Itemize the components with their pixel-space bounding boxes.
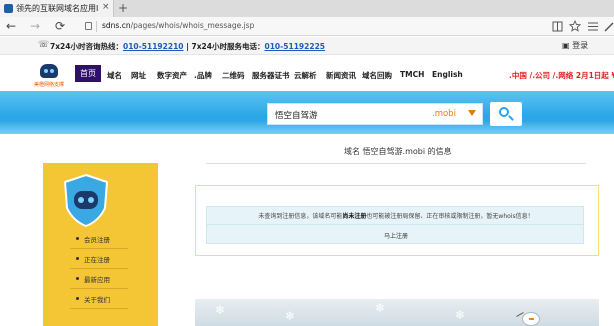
snowflake-icon: ❄: [375, 301, 386, 315]
nav-cloud-dns[interactable]: 云解析: [294, 70, 317, 81]
login-label: 登录: [572, 41, 589, 50]
nav-qrcode[interactable]: 二维码: [222, 70, 245, 81]
url-domain: sdns.cn: [102, 21, 131, 30]
back-icon[interactable]: ←: [6, 19, 16, 33]
refresh-icon[interactable]: ⟳: [55, 19, 65, 33]
book-icon[interactable]: [552, 21, 563, 32]
suffix-select[interactable]: .mobi: [432, 109, 456, 119]
page-title: 域名 悟空自驾游.mobi 的信息: [344, 147, 452, 156]
page-info-icon[interactable]: [85, 22, 92, 30]
logo-robot-head: [40, 64, 58, 78]
title-divider: [206, 163, 586, 164]
browser-tab[interactable]: 领先的互联网域名应用I ×: [0, 0, 114, 17]
nav-digital-assets[interactable]: 数字资产: [157, 70, 187, 81]
new-tab-button[interactable]: +: [118, 0, 128, 16]
notice-message: 未查询到注册信息，该域名可能尚未注册也可能被注册局保留、正在审核或限制注册，暂无…: [207, 211, 585, 220]
hotline-text: 7x24小时咨询热线：010-51192210 | 7x24小时服务电话：010…: [50, 41, 325, 52]
login-icon: ▣: [562, 41, 570, 50]
robot-shield-icon: [61, 173, 111, 228]
bullet: [76, 297, 79, 300]
bullet: [76, 257, 79, 260]
hotline-number-1[interactable]: 010-51192210: [123, 42, 184, 51]
sidebar-item-label: 最新应用: [84, 276, 110, 284]
search-button[interactable]: [490, 102, 522, 126]
snowman-nose: [529, 318, 534, 320]
main-navigation: 美橙网络支撑 首页 域名 网址 数字资产 .品牌 二维码 服务器证书 云解析 新…: [0, 57, 614, 91]
tab-close-icon[interactable]: ×: [102, 2, 110, 12]
address-bar-row: ← → ⟳ sdns.cn/pages/whois/whois_message.…: [0, 17, 614, 36]
search-input[interactable]: 悟空自驾游 .mobi: [267, 103, 483, 125]
nav-news[interactable]: 新闻资讯: [326, 70, 356, 81]
nav-brand[interactable]: .品牌: [194, 70, 212, 81]
bullet: [76, 277, 79, 280]
nav-website[interactable]: 网址: [131, 70, 146, 81]
nav-home[interactable]: 首页: [75, 65, 101, 82]
notice-divider: [207, 224, 583, 225]
hotline-label-2: 7x24小时服务电话：: [191, 42, 265, 51]
sidebar-item-about[interactable]: 关于我们: [70, 289, 128, 309]
search-value: 悟空自驾游: [275, 111, 318, 121]
logo-eye-left: [44, 69, 48, 73]
pen-icon[interactable]: [604, 21, 614, 32]
sidebar-item-label: 正在注册: [84, 256, 110, 264]
notice-panel: 未查询到注册信息，该域名可能尚未注册也可能被注册局保留、正在审核或限制注册，暂无…: [206, 206, 584, 244]
nav-tmch[interactable]: TMCH: [400, 70, 424, 79]
phone-icon: ☏: [38, 40, 50, 50]
hotline-divider: |: [183, 42, 192, 51]
sidebar: 会员注册 正在注册 最新应用 关于我们: [43, 163, 158, 326]
nav-server-cert[interactable]: 服务器证书: [252, 70, 290, 81]
snowman-icon: [516, 310, 542, 326]
snowflake-icon: ❄: [455, 308, 466, 322]
search-icon-handle: [508, 115, 514, 121]
sidebar-item-registering[interactable]: 正在注册: [70, 249, 128, 269]
url-field[interactable]: sdns.cn/pages/whois/whois_message.jsp: [82, 19, 522, 34]
sidebar-item-latest[interactable]: 最新应用: [70, 269, 128, 289]
hub-icon[interactable]: [587, 21, 599, 32]
hotline-bar: ☏ 7x24小时咨询热线：010-51192210 | 7x24小时服务电话：0…: [0, 37, 614, 55]
login-link[interactable]: ▣ 登录: [562, 40, 588, 51]
url-path: /pages/whois/whois_message.jsp: [130, 21, 255, 30]
sidebar-item-register[interactable]: 会员注册: [70, 229, 128, 249]
logo-text: 美橙网络支撑: [34, 82, 65, 88]
chevron-down-icon[interactable]: [468, 110, 476, 116]
sidebar-item-label: 会员注册: [84, 236, 110, 244]
tab-title: 领先的互联网域名应用I: [16, 4, 98, 13]
browser-tab-bar: 领先的互联网域名应用I × +: [0, 0, 614, 17]
star-icon[interactable]: [569, 20, 581, 32]
hotline-label-1: 7x24小时咨询热线：: [50, 42, 123, 51]
forward-icon[interactable]: →: [30, 19, 40, 33]
notice-msg-part1: 未查询到注册信息，该域名可能: [258, 213, 343, 220]
notice-msg-part2: 也可能被注册局保留、正在审核或限制注册，暂无whois信息！: [366, 213, 534, 220]
url-text: sdns.cn/pages/whois/whois_message.jsp: [102, 21, 254, 30]
nav-domain[interactable]: 域名: [107, 70, 122, 81]
url-separator: [96, 21, 97, 32]
notice-msg-bold: 尚未注册: [342, 213, 367, 220]
bullet: [76, 237, 79, 240]
snowflake-icon: ❄: [215, 303, 226, 317]
site-logo[interactable]: 美橙网络支撑: [34, 60, 64, 90]
hotline-number-2[interactable]: 010-51192225: [265, 42, 326, 51]
register-now-link[interactable]: 马上注册: [207, 231, 585, 240]
promo-text[interactable]: .中国 /.公司 /.网络 2月1日起 ¥: [509, 70, 614, 81]
sidebar-item-label: 关于我们: [84, 296, 110, 304]
whois-notice: 未查询到注册信息，该域名可能尚未注册也可能被注册局保留、正在审核或限制注册，暂无…: [195, 185, 599, 256]
logo-eye-right: [50, 69, 54, 73]
snowflake-icon: ❄: [285, 309, 296, 323]
nav-domain-buyback[interactable]: 域名回购: [362, 70, 392, 81]
nav-english[interactable]: English: [432, 70, 463, 79]
site-favicon-icon: [4, 4, 13, 13]
